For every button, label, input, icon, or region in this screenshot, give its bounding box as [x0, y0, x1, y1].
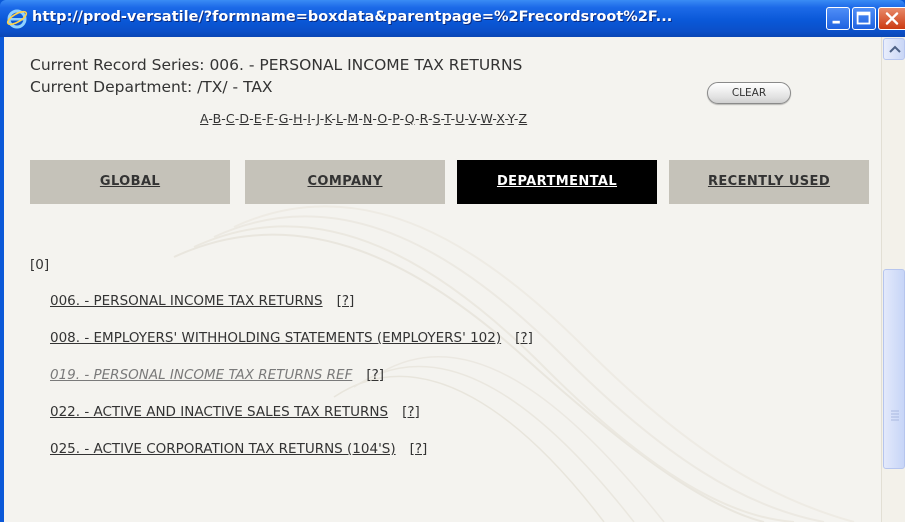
- alphabet-letter-p[interactable]: P: [392, 111, 399, 126]
- scroll-up-button[interactable]: [883, 38, 905, 60]
- browser-popup-window: http://prod-versatile/?formname=boxdata&…: [0, 0, 905, 522]
- tab-recently-used[interactable]: RECENTLY USED: [669, 160, 869, 204]
- alphabet-index: A-B-C-D-E-F-G-H-I-J-K-L-M-N-O-P-Q-R-S-T-…: [200, 111, 527, 126]
- help-link[interactable]: [?]: [515, 330, 533, 346]
- help-link[interactable]: [?]: [410, 441, 428, 457]
- alphabet-letter-q[interactable]: Q: [405, 111, 415, 126]
- tab-company[interactable]: COMPANY: [245, 160, 445, 204]
- list-item: 022. - ACTIVE AND INACTIVE SALES TAX RET…: [50, 404, 533, 441]
- alphabet-letter-n[interactable]: N: [363, 111, 372, 126]
- scope-tabs: GLOBAL COMPANY DEPARTMENTAL RECENTLY USE…: [30, 160, 880, 204]
- scroll-thumb[interactable]: [883, 269, 905, 469]
- current-selection-info: Current Record Series: 006. - PERSONAL I…: [30, 54, 522, 98]
- window-title: http://prod-versatile/?formname=boxdata&…: [32, 9, 673, 25]
- chevron-up-icon: [889, 45, 901, 53]
- alphabet-letter-o[interactable]: O: [377, 111, 387, 126]
- list-item: 006. - PERSONAL INCOME TAX RETURNS [?]: [50, 293, 533, 330]
- internet-explorer-icon: [6, 9, 28, 29]
- close-icon: [885, 12, 899, 25]
- grip-icon: [891, 410, 899, 421]
- maximize-button[interactable]: [852, 7, 876, 30]
- list-item: 025. - ACTIVE CORPORATION TAX RETURNS (1…: [50, 441, 533, 478]
- title-bar[interactable]: http://prod-versatile/?formname=boxdata&…: [0, 0, 905, 37]
- current-record-series: Current Record Series: 006. - PERSONAL I…: [30, 56, 523, 74]
- alphabet-letter-h[interactable]: H: [293, 111, 303, 126]
- clear-button[interactable]: CLEAR: [707, 82, 791, 104]
- vertical-scrollbar[interactable]: [881, 37, 905, 522]
- record-link[interactable]: 019. - PERSONAL INCOME TAX RETURNS REF: [50, 367, 352, 383]
- maximize-icon: [856, 11, 871, 25]
- record-link[interactable]: 025. - ACTIVE CORPORATION TAX RETURNS (1…: [50, 441, 396, 457]
- alphabet-letter-c[interactable]: C: [226, 111, 235, 126]
- list-item: 008. - EMPLOYERS' WITHHOLDING STATEMENTS…: [50, 330, 533, 367]
- minimize-icon: [832, 20, 840, 24]
- tab-global[interactable]: GLOBAL: [30, 160, 230, 204]
- tab-departmental[interactable]: DEPARTMENTAL: [457, 160, 657, 204]
- help-link[interactable]: [?]: [402, 404, 420, 420]
- alphabet-letter-r[interactable]: R: [420, 111, 428, 126]
- current-department: Current Department: /TX/ - TAX: [30, 78, 273, 96]
- alphabet-letter-m[interactable]: M: [347, 111, 358, 126]
- alphabet-letter-l[interactable]: L: [336, 111, 343, 126]
- record-link[interactable]: 006. - PERSONAL INCOME TAX RETURNS: [50, 293, 323, 309]
- record-link[interactable]: 022. - ACTIVE AND INACTIVE SALES TAX RET…: [50, 404, 388, 420]
- record-link[interactable]: 008. - EMPLOYERS' WITHHOLDING STATEMENTS…: [50, 330, 501, 346]
- alphabet-letter-e[interactable]: E: [254, 111, 262, 126]
- alphabet-letter-s[interactable]: S: [433, 111, 441, 126]
- alphabet-letter-f[interactable]: F: [266, 111, 273, 126]
- help-link[interactable]: [?]: [337, 293, 355, 309]
- alphabet-letter-z[interactable]: Z: [519, 111, 528, 126]
- alphabet-letter-b[interactable]: B: [213, 111, 222, 126]
- alphabet-letter-g[interactable]: G: [279, 111, 289, 126]
- alphabet-letter-u[interactable]: U: [455, 111, 464, 126]
- alphabet-letter-d[interactable]: D: [239, 111, 249, 126]
- close-button[interactable]: [878, 7, 905, 30]
- list-item: 019. - PERSONAL INCOME TAX RETURNS REF [?…: [50, 367, 533, 404]
- group-label: [0]: [30, 257, 50, 273]
- help-link[interactable]: [?]: [366, 367, 384, 383]
- record-series-list: 006. - PERSONAL INCOME TAX RETURNS [?] 00…: [50, 293, 533, 478]
- alphabet-letter-t[interactable]: T: [444, 111, 451, 126]
- minimize-button[interactable]: [826, 7, 850, 30]
- alphabet-letter-w[interactable]: W: [480, 111, 492, 126]
